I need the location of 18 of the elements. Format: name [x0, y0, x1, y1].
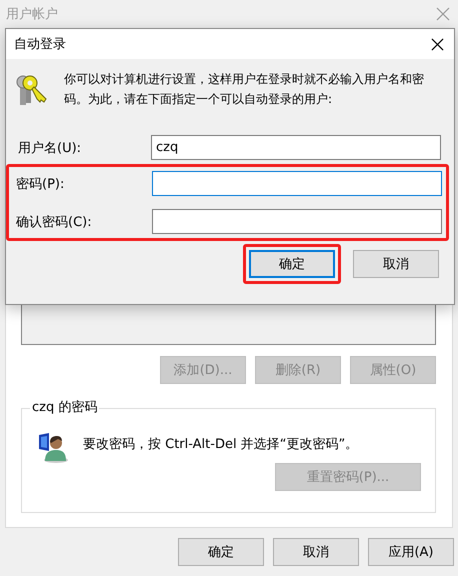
field-label: 确认密码(C):	[16, 214, 93, 230]
dialog-title: 自动登录	[14, 36, 66, 53]
footer-button[interactable]: 应用(A)	[368, 538, 454, 566]
window-title: 用户帐户	[6, 6, 58, 23]
dialog-button[interactable]: 确定	[249, 250, 335, 278]
dialog-button[interactable]: 取消	[353, 250, 439, 278]
group-title: czq 的密码	[30, 400, 100, 416]
dialog-message: 你可以对计算机进行设置，这样用户在登录时就不必输入用户名和密码。为此，请在下面指定一个可以自动登录的用户:	[64, 71, 425, 108]
close-icon[interactable]	[431, 38, 444, 50]
text-field[interactable]	[152, 209, 442, 234]
footer-button[interactable]: 取消	[273, 538, 359, 566]
instruction-text: 要改密码，按 Ctrl-Alt-Del 并选择“更改密码”。	[83, 436, 358, 453]
text-field[interactable]: czq	[151, 135, 441, 160]
text-field[interactable]	[152, 171, 442, 196]
field-label: 密码(P):	[16, 176, 66, 192]
field-label: 用户名(U):	[18, 140, 82, 156]
footer-button[interactable]: 确定	[178, 538, 264, 566]
user-monitor-icon	[37, 431, 69, 463]
